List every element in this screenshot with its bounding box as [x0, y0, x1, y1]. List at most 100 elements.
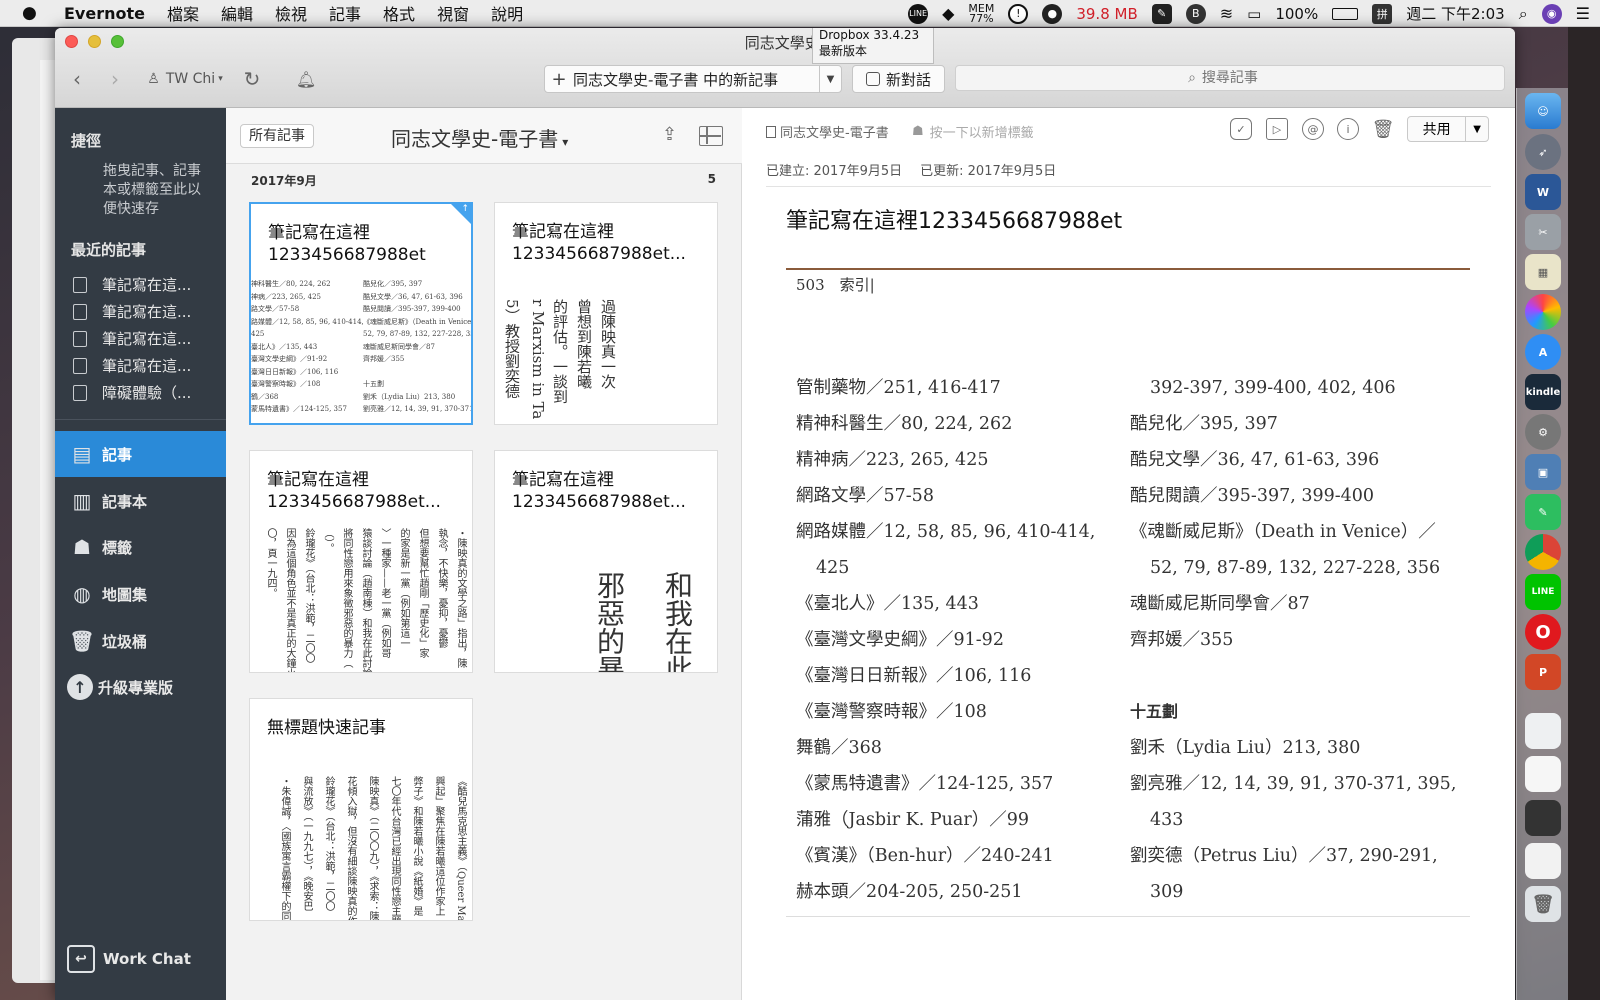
evernote-dock-icon[interactable]: ✎: [1525, 494, 1561, 530]
recent-note-item[interactable]: 筆記寫在這...: [73, 355, 191, 376]
recent-note-item[interactable]: 障礙體驗（...: [73, 382, 191, 403]
note-body-image[interactable]: 503 索引| 管制藥物／251, 416-417 精神科醫生／80, 224, …: [786, 258, 1470, 917]
sidebar-item-trash[interactable]: 🗑︎ 垃圾桶: [55, 618, 226, 664]
powerpoint-icon[interactable]: P: [1525, 654, 1561, 690]
thumbnail-text-column: 與流放》（一九九七），《晚安巴: [301, 776, 312, 911]
preview-icon[interactable]: ▦: [1525, 254, 1561, 290]
account-menu[interactable]: ♙ TW Chi ▾: [135, 66, 235, 92]
index-entry: 精神病／223, 265, 425: [796, 450, 989, 470]
line-app-icon[interactable]: LINE: [1525, 574, 1561, 610]
new-chat-button[interactable]: 新對話: [852, 65, 945, 93]
note-card[interactable]: ↑ 筆記寫在這裡 1233456687988et 神科醫生／80, 224, 26…: [249, 202, 473, 425]
editor-notebook-selector[interactable]: 同志文學史-電子書: [766, 122, 889, 141]
sidebar-item-upgrade[interactable]: ↑ 升級專業版: [55, 664, 226, 710]
sync-icon[interactable]: ↻: [239, 66, 265, 92]
note-card[interactable]: 無標題快速記事 《酷兒馬克思主義》（Queer Marxism 興起」聚焦在陳若曦…: [249, 698, 473, 921]
sidebar-item-notes[interactable]: ▤ 記事: [55, 431, 226, 477]
presentation-icon[interactable]: ▷: [1266, 118, 1288, 140]
notification-center-icon[interactable]: ☰: [1576, 4, 1590, 23]
line-status-icon[interactable]: LINE: [908, 3, 929, 24]
trash-can-icon[interactable]: 🗑︎: [1525, 886, 1561, 922]
share-button[interactable]: 共用 ▼: [1407, 116, 1489, 142]
word-icon[interactable]: W: [1525, 174, 1561, 210]
work-chat-label: Work Chat: [103, 950, 191, 968]
note-card-title: 無標題快速記事: [267, 717, 457, 739]
recent-note-item[interactable]: 筆記寫在這...: [73, 274, 191, 295]
menu-note[interactable]: 記事: [329, 1, 361, 25]
chat-icon: [865, 72, 880, 86]
apple-menu-icon[interactable]: ●: [22, 3, 44, 23]
bell-icon[interactable]: 🔔︎: [295, 66, 317, 92]
sidebar-item-atlas[interactable]: ◍ 地圖集: [55, 571, 226, 617]
document-thumbnail-icon[interactable]: [1525, 713, 1561, 749]
document-thumbnail-icon[interactable]: [1525, 756, 1561, 792]
index-entry: 433: [1150, 810, 1184, 830]
evernote-window: 同志文學史-電子書 ‹ › ♙ TW Chi ▾ ↻ 🔔︎ + 同志文學史-電子…: [55, 28, 1515, 1000]
siri-icon[interactable]: ◉: [1541, 3, 1562, 24]
memory-monitor[interactable]: MEM 77%: [968, 3, 994, 24]
all-notes-button[interactable]: 所有記事: [240, 124, 314, 148]
menu-view[interactable]: 檢視: [275, 1, 307, 25]
menu-file[interactable]: 檔案: [167, 1, 199, 25]
work-chat-button[interactable]: ↩ Work Chat: [55, 936, 226, 982]
image-capture-icon[interactable]: ▣: [1525, 454, 1561, 490]
add-tag-field[interactable]: ☗ 按一下以新增標籤: [912, 122, 1034, 141]
tag-icon: ☗: [73, 535, 91, 559]
app-menu[interactable]: Evernote: [64, 4, 145, 23]
battery-icon[interactable]: [1332, 7, 1359, 20]
sidebar-item-tags[interactable]: ☗ 標籤: [55, 524, 226, 570]
user-status-icon[interactable]: ●: [1042, 3, 1063, 24]
opera-icon[interactable]: O: [1525, 614, 1561, 650]
notebook-title-dropdown[interactable]: 同志文學史-電子書 ▾: [391, 123, 568, 152]
sidebar-item-notebooks[interactable]: ▥ 記事本: [55, 478, 226, 524]
menu-edit[interactable]: 編輯: [221, 1, 253, 25]
photos-icon[interactable]: [1525, 294, 1561, 330]
share-icon[interactable]: ⇪: [662, 124, 682, 146]
finder-icon[interactable]: ☺: [1525, 93, 1561, 129]
note-icon: [73, 330, 87, 347]
info-status-icon[interactable]: !: [1008, 3, 1029, 24]
dropbox-icon[interactable]: ◆: [942, 4, 954, 23]
back-arrow-icon[interactable]: ‹: [67, 66, 87, 92]
wifi-icon[interactable]: ≋: [1220, 4, 1233, 23]
search-input[interactable]: [1201, 70, 1272, 86]
kindle-icon[interactable]: kindle: [1525, 374, 1561, 410]
recent-note-item[interactable]: 筆記寫在這...: [73, 328, 191, 349]
launchpad-icon[interactable]: ➶: [1525, 134, 1561, 170]
page-bottom-rule: [786, 916, 1470, 917]
mention-icon[interactable]: @: [1302, 118, 1324, 140]
forward-arrow-icon[interactable]: ›: [105, 66, 125, 92]
note-card[interactable]: 筆記寫在這裡1233456687988et... 和我在此討論（趙邪惡的暴力（頁: [494, 450, 718, 673]
thumbnail-text-line: 路文學／57-58: [251, 305, 300, 313]
screenshot-thumbnail-icon[interactable]: [1525, 800, 1561, 836]
note-card[interactable]: 筆記寫在這裡 1233456687988et... ・陳映真的文學之路」指出，陳執…: [249, 450, 473, 673]
reminder-icon[interactable]: ✓: [1230, 118, 1252, 140]
share-label: 共用: [1422, 122, 1451, 138]
input-method-icon[interactable]: 拼: [1372, 3, 1393, 24]
spotlight-search-icon[interactable]: ⌕: [1519, 4, 1528, 24]
chrome-icon[interactable]: [1525, 534, 1561, 570]
index-entry: 《臺灣日日新報》／106, 116: [796, 666, 1032, 686]
document-thumbnail-icon[interactable]: [1525, 843, 1561, 879]
view-layout-icon[interactable]: [699, 126, 723, 146]
menu-window[interactable]: 視窗: [437, 1, 469, 25]
system-preferences-icon[interactable]: ⚙: [1525, 414, 1561, 450]
info-icon[interactable]: i: [1337, 118, 1359, 140]
new-note-dropdown[interactable]: ▼: [819, 66, 841, 92]
index-entry: 425: [816, 558, 850, 578]
note-title[interactable]: 筆記寫在這裡1233456687988et: [786, 203, 1122, 235]
screenshot-tool-icon[interactable]: ✂: [1525, 214, 1561, 250]
b-status-icon[interactable]: B: [1185, 3, 1206, 24]
search-field[interactable]: ⌕: [955, 65, 1505, 91]
new-note-button[interactable]: + 同志文學史-電子書 中的新記事 ▼: [544, 65, 842, 93]
trash-icon[interactable]: 🗑︎: [1372, 118, 1395, 140]
clock[interactable]: 週二 下午2:03: [1406, 3, 1504, 24]
app-store-icon[interactable]: A: [1525, 334, 1561, 370]
airplay-icon[interactable]: ▭: [1247, 5, 1261, 23]
menu-help[interactable]: 說明: [491, 1, 523, 25]
chevron-down-icon[interactable]: ▼: [1465, 117, 1488, 141]
menu-format[interactable]: 格式: [383, 1, 415, 25]
recent-note-item[interactable]: 筆記寫在這...: [73, 301, 191, 322]
evernote-status-icon[interactable]: ✎: [1151, 3, 1172, 24]
note-card[interactable]: 筆記寫在這裡 1233456687988et... 過陳映真一次 曾想到陳若曦 的評估…: [494, 202, 718, 425]
